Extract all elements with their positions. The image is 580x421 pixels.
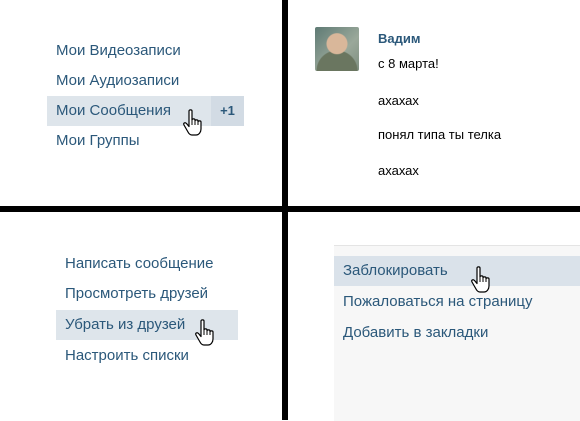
message-text: ахахах bbox=[378, 93, 419, 108]
avatar[interactable] bbox=[315, 27, 359, 71]
menu-item-label: Пожаловаться на страницу bbox=[343, 293, 533, 310]
action-label: Убрать из друзей bbox=[65, 316, 186, 333]
write-message-link[interactable]: Написать сообщение bbox=[56, 249, 223, 279]
hand-cursor-icon bbox=[183, 109, 202, 136]
sidebar-item-label: Мои Видеозаписи bbox=[56, 42, 181, 59]
menu-item-label: Добавить в закладки bbox=[343, 324, 489, 341]
action-label: Настроить списки bbox=[65, 347, 189, 364]
unread-counter-badge[interactable]: +1 bbox=[211, 96, 244, 126]
friend-actions-panel: Написать сообщение Просмотреть друзей Уб… bbox=[0, 212, 282, 420]
sidebar-item-audio[interactable]: Мои Аудиозаписи bbox=[47, 66, 188, 96]
profile-menu-panel: Заблокировать Пожаловаться на страницу Д… bbox=[288, 212, 580, 421]
sidebar-panel: Мои Видеозаписи Мои Аудиозаписи Мои Сооб… bbox=[0, 0, 282, 206]
view-friends-link[interactable]: Просмотреть друзей bbox=[56, 279, 217, 309]
message-text: с 8 марта! bbox=[378, 56, 439, 71]
sidebar-item-videos[interactable]: Мои Видеозаписи bbox=[47, 36, 190, 66]
message-text: ахахах bbox=[378, 163, 419, 178]
action-label: Просмотреть друзей bbox=[65, 285, 209, 302]
hand-cursor-icon bbox=[195, 319, 214, 346]
add-bookmark-item[interactable]: Добавить в закладки bbox=[334, 318, 580, 348]
sidebar-item-groups[interactable]: Мои Группы bbox=[47, 126, 149, 156]
conversation-panel: Вадим с 8 марта! ахахах понял типа ты те… bbox=[288, 0, 580, 206]
sidebar-item-label: Мои Аудиозаписи bbox=[56, 72, 180, 89]
sender-name[interactable]: Вадим bbox=[378, 31, 420, 46]
action-label: Написать сообщение bbox=[65, 255, 214, 272]
menu-item-label: Заблокировать bbox=[343, 262, 448, 279]
message-text: понял типа ты телка bbox=[378, 127, 502, 142]
horizontal-divider bbox=[0, 206, 580, 212]
report-page-item[interactable]: Пожаловаться на страницу bbox=[334, 287, 580, 317]
block-user-item[interactable]: Заблокировать bbox=[334, 256, 580, 286]
configure-lists-link[interactable]: Настроить списки bbox=[56, 341, 198, 371]
hand-cursor-icon bbox=[471, 266, 490, 293]
sidebar-item-label: Мои Сообщения bbox=[56, 102, 171, 119]
sidebar-item-label: Мои Группы bbox=[56, 132, 140, 149]
